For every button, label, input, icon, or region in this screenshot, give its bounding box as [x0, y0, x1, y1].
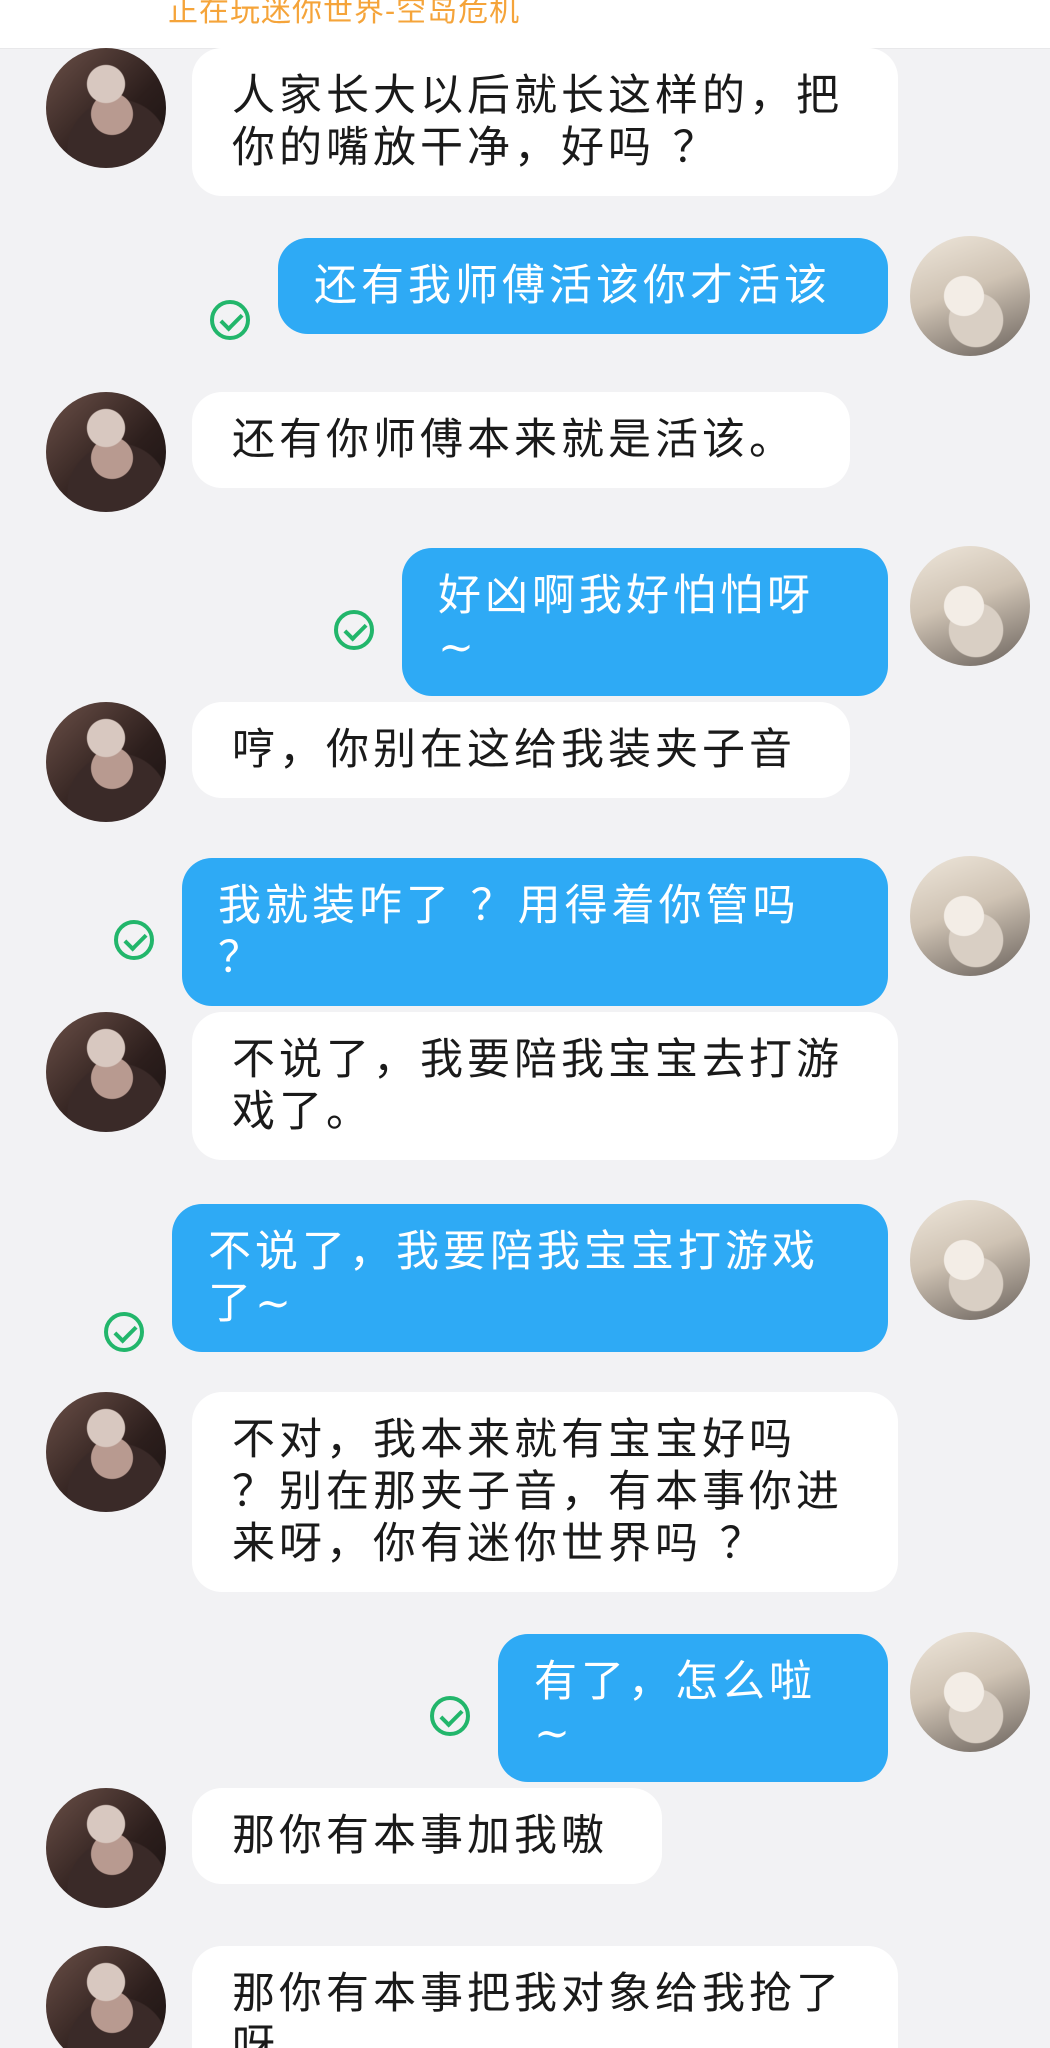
top-status-bar: 正在玩迷你世界-空岛危机: [0, 0, 1050, 49]
chat-screen: 正在玩迷你世界-空岛危机 人家长大以后就长这样的，把你的嘴放干净，好吗 ？ 还有…: [0, 0, 1050, 2048]
outgoing-message-bubble[interactable]: 我就装咋了 ？用得着你管吗 ？: [182, 858, 888, 1006]
my-avatar[interactable]: [910, 856, 1030, 976]
contact-avatar[interactable]: [46, 392, 166, 512]
my-avatar[interactable]: [910, 1200, 1030, 1320]
read-check-icon: [104, 1312, 144, 1352]
incoming-message-bubble[interactable]: 人家长大以后就长这样的，把你的嘴放干净，好吗 ？: [192, 48, 898, 196]
contact-avatar[interactable]: [46, 1788, 166, 1908]
read-check-icon: [430, 1696, 470, 1736]
incoming-message-bubble[interactable]: 不说了，我要陪我宝宝去打游戏了。: [192, 1012, 898, 1160]
read-check-icon: [210, 300, 250, 340]
incoming-message-bubble[interactable]: 不对，我本来就有宝宝好吗 ？别在那夹子音，有本事你进来呀，你有迷你世界吗 ？: [192, 1392, 898, 1592]
incoming-message-bubble[interactable]: 那你有本事把我对象给我抢了呀: [192, 1946, 898, 2048]
read-check-icon: [334, 610, 374, 650]
read-check-icon: [114, 920, 154, 960]
contact-avatar[interactable]: [46, 1946, 166, 2048]
my-avatar[interactable]: [910, 1632, 1030, 1752]
incoming-message-bubble[interactable]: 哼，你别在这给我装夹子音: [192, 702, 850, 798]
contact-avatar[interactable]: [46, 1392, 166, 1512]
incoming-message-bubble[interactable]: 还有你师傅本来就是活该。: [192, 392, 850, 488]
my-avatar[interactable]: [910, 546, 1030, 666]
game-status-text: 正在玩迷你世界-空岛危机: [168, 0, 521, 29]
outgoing-message-bubble[interactable]: 好凶啊我好怕怕呀~: [402, 548, 888, 696]
contact-avatar[interactable]: [46, 1012, 166, 1132]
outgoing-message-bubble[interactable]: 不说了，我要陪我宝宝打游戏了~: [172, 1204, 888, 1352]
outgoing-message-bubble[interactable]: 有了，怎么啦~: [498, 1634, 888, 1782]
contact-avatar[interactable]: [46, 48, 166, 168]
my-avatar[interactable]: [910, 236, 1030, 356]
outgoing-message-bubble[interactable]: 还有我师傅活该你才活该: [278, 238, 888, 334]
incoming-message-bubble[interactable]: 那你有本事加我嗷: [192, 1788, 662, 1884]
contact-avatar[interactable]: [46, 702, 166, 822]
